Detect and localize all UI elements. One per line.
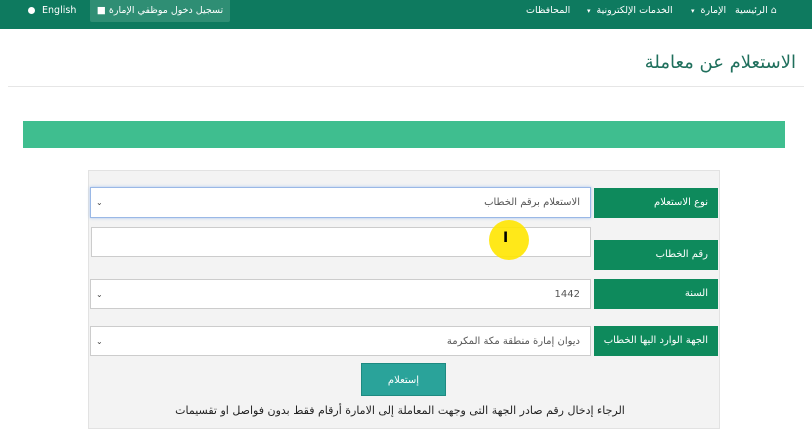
globe-icon bbox=[28, 7, 35, 14]
nav-emirate[interactable]: ▾ الإمارة bbox=[688, 0, 726, 29]
user-icon: ■ bbox=[96, 5, 106, 16]
cursor-highlight bbox=[489, 220, 529, 260]
inquiry-type-label: نوع الاستعلام bbox=[594, 188, 718, 218]
section-banner bbox=[23, 121, 785, 148]
destination-label: الجهة الوارد اليها الخطاب bbox=[594, 326, 718, 356]
title-divider bbox=[8, 86, 804, 87]
employee-login-label: تسجيل دخول موظفي الإمارة bbox=[108, 5, 224, 16]
inquiry-type-select[interactable]: ⌄ الاستعلام برقم الخطاب bbox=[90, 187, 591, 218]
inquiry-submit-button[interactable]: إستعلام bbox=[361, 363, 446, 396]
nav-eservices[interactable]: ▾ الخدمات الإلكترونية bbox=[584, 0, 673, 29]
destination-value: ديوان إمارة منطقة مكة المكرمة bbox=[446, 336, 580, 347]
page-title: الاستعلام عن معاملة bbox=[644, 52, 796, 73]
year-select[interactable]: ⌄ 1442 bbox=[90, 279, 591, 309]
chevron-down-icon: ⌄ bbox=[96, 337, 103, 346]
nav-eservices-label: الخدمات الإلكترونية bbox=[596, 5, 673, 16]
year-value: 1442 bbox=[554, 289, 580, 300]
caret-down-icon: ▾ bbox=[691, 7, 695, 15]
home-icon: ⌂ bbox=[770, 5, 777, 16]
letter-number-label: رقم الخطاب bbox=[594, 240, 718, 270]
chevron-down-icon: ⌄ bbox=[96, 290, 103, 299]
nav-governorates-label: المحافظات bbox=[526, 5, 571, 16]
nav-emirate-label: الإمارة bbox=[700, 5, 727, 16]
language-switch[interactable]: English bbox=[28, 0, 76, 22]
nav-home[interactable]: الرئيسية ⌂ bbox=[735, 0, 777, 29]
nav-governorates[interactable]: المحافظات bbox=[526, 0, 570, 29]
nav-home-label: الرئيسية bbox=[735, 5, 768, 16]
destination-select[interactable]: ⌄ ديوان إمارة منطقة مكة المكرمة bbox=[90, 326, 591, 356]
instruction-text: الرجاء إدخال رقم صادر الجهة التى وجهت ال… bbox=[175, 404, 625, 417]
text-cursor-icon: I bbox=[503, 230, 509, 246]
year-label: السنة bbox=[594, 279, 718, 309]
chevron-down-icon: ⌄ bbox=[96, 198, 103, 207]
inquiry-type-value: الاستعلام برقم الخطاب bbox=[484, 197, 580, 208]
language-label: English bbox=[42, 5, 77, 16]
caret-down-icon: ▾ bbox=[587, 7, 591, 15]
employee-login-button[interactable]: ■ تسجيل دخول موظفي الإمارة bbox=[90, 0, 230, 22]
